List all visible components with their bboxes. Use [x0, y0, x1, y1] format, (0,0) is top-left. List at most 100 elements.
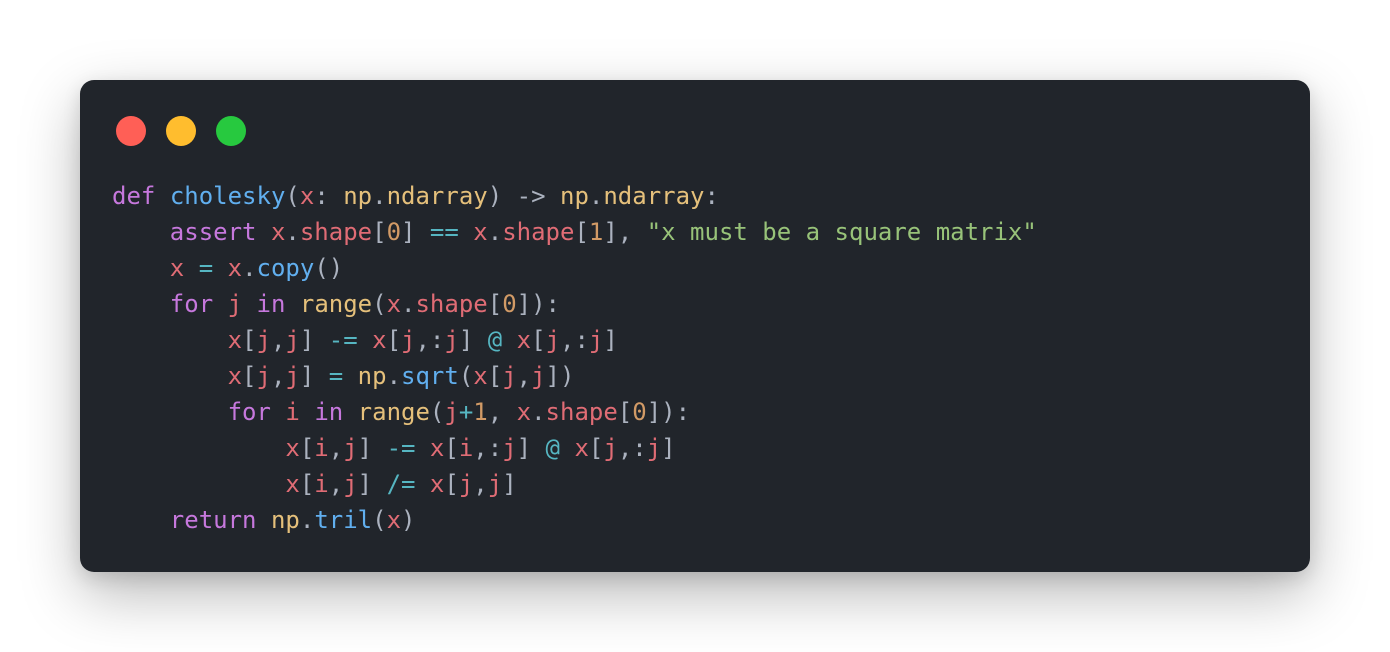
code-token-variable: j [285, 362, 300, 390]
code-token-operator: /= [386, 470, 416, 498]
code-token-operator: + [458, 398, 474, 426]
code-token-variable: shape [415, 290, 488, 318]
close-dot-icon[interactable] [116, 116, 146, 146]
code-token-variable: j [502, 362, 517, 390]
code-line: x[j,j] -= x[j,:j] @ x[j,:j] [112, 322, 1037, 358]
code-token-plain: [ [299, 470, 315, 498]
code-token-plain: : [704, 182, 719, 210]
code-token-plain: ] [299, 326, 329, 354]
code-token-plain: , [270, 362, 286, 390]
code-token-keyword: def [112, 182, 156, 210]
code-token-plain: [ [574, 218, 589, 246]
code-line: x = x.copy() [112, 250, 1037, 286]
code-token-variable: shape [545, 398, 618, 426]
code-token-type: np [270, 506, 300, 534]
code-token-variable: i [285, 398, 300, 426]
code-line: x[j,j] = np.sqrt(x[j,j]) [112, 358, 1037, 394]
code-token-variable: x [386, 290, 402, 318]
code-token-keyword: return [169, 506, 257, 534]
code-token-number: 1 [473, 398, 488, 426]
code-token-operator: = [198, 254, 214, 282]
code-token-plain: [ [372, 218, 387, 246]
code-token-variable: j [256, 326, 271, 354]
code-token-variable: x [473, 362, 488, 390]
code-token-plain: ] [516, 434, 546, 462]
code-token-keyword: for [227, 398, 271, 426]
code-token-keyword: for [169, 290, 214, 318]
code-token-plain: [ [444, 434, 459, 462]
code-token-variable: x [516, 398, 532, 426]
code-token-plain: ,: [560, 326, 589, 354]
code-token-plain: [ [531, 326, 546, 354]
code-token-plain: ] [603, 326, 618, 354]
code-token-function: sqrt [401, 362, 459, 390]
code-token-variable: j [603, 434, 618, 462]
code-token-plain: ]): [646, 398, 691, 426]
code-token-operator: @ [545, 434, 560, 462]
code-token-plain: ) [401, 506, 416, 534]
code-token-function: cholesky [169, 182, 286, 210]
code-token-variable: j [227, 290, 243, 318]
code-token-variable: j [487, 470, 503, 498]
code-window: def cholesky(x: np.ndarray) -> np.ndarra… [80, 80, 1310, 572]
code-token-plain: ] [502, 470, 517, 498]
code-token-plain: -> [516, 182, 546, 210]
code-token-operator: -= [328, 326, 358, 354]
code-token-function: tril [314, 506, 373, 534]
code-token-operator: == [429, 218, 459, 246]
code-token-plain: . [386, 362, 402, 390]
code-line: x[i,j] /= x[j,j] [112, 466, 1037, 502]
code-token-plain: , [328, 434, 344, 462]
code-token-plain: ]): [516, 290, 560, 318]
code-line: for i in range(j+1, x.shape[0]): [112, 394, 1037, 430]
code-token-plain: ) [487, 182, 517, 210]
code-token-plain: , [473, 470, 488, 498]
code-token-variable: x [169, 254, 185, 282]
code-token-variable: j [588, 326, 604, 354]
code-token-variable: j [545, 326, 561, 354]
maximize-dot-icon[interactable] [216, 116, 246, 146]
code-token-string: "x must be a square matrix" [646, 218, 1037, 246]
code-token-variable: x [516, 326, 532, 354]
code-token-plain: ] [458, 326, 488, 354]
code-token-plain: . [299, 506, 315, 534]
code-token-type: ndarray [386, 182, 488, 210]
code-token-plain: ( [429, 398, 445, 426]
code-token-plain: ,: [473, 434, 503, 462]
code-token-variable: j [343, 434, 358, 462]
code-token-variable: x [227, 326, 243, 354]
code-token-variable: shape [502, 218, 575, 246]
code-token-plain: [ [487, 362, 503, 390]
code-token-plain: ] [357, 434, 387, 462]
code-token-plain: . [242, 254, 257, 282]
code-token-variable: shape [299, 218, 373, 246]
code-token-variable: x [473, 218, 488, 246]
code-block: def cholesky(x: np.ndarray) -> np.ndarra… [112, 178, 1037, 538]
code-token-number: 0 [632, 398, 647, 426]
code-token-plain: ( [372, 290, 387, 318]
code-token-variable: j [531, 362, 546, 390]
minimize-dot-icon[interactable] [166, 116, 196, 146]
code-token-plain: , [516, 362, 532, 390]
code-token-plain: [ [617, 398, 633, 426]
code-token-variable: x [227, 254, 243, 282]
code-token-type: range [357, 398, 430, 426]
code-token-variable: j [458, 470, 474, 498]
code-token-plain: , [328, 470, 344, 498]
code-token-plain: ] [357, 470, 387, 498]
code-token-type: range [299, 290, 373, 318]
